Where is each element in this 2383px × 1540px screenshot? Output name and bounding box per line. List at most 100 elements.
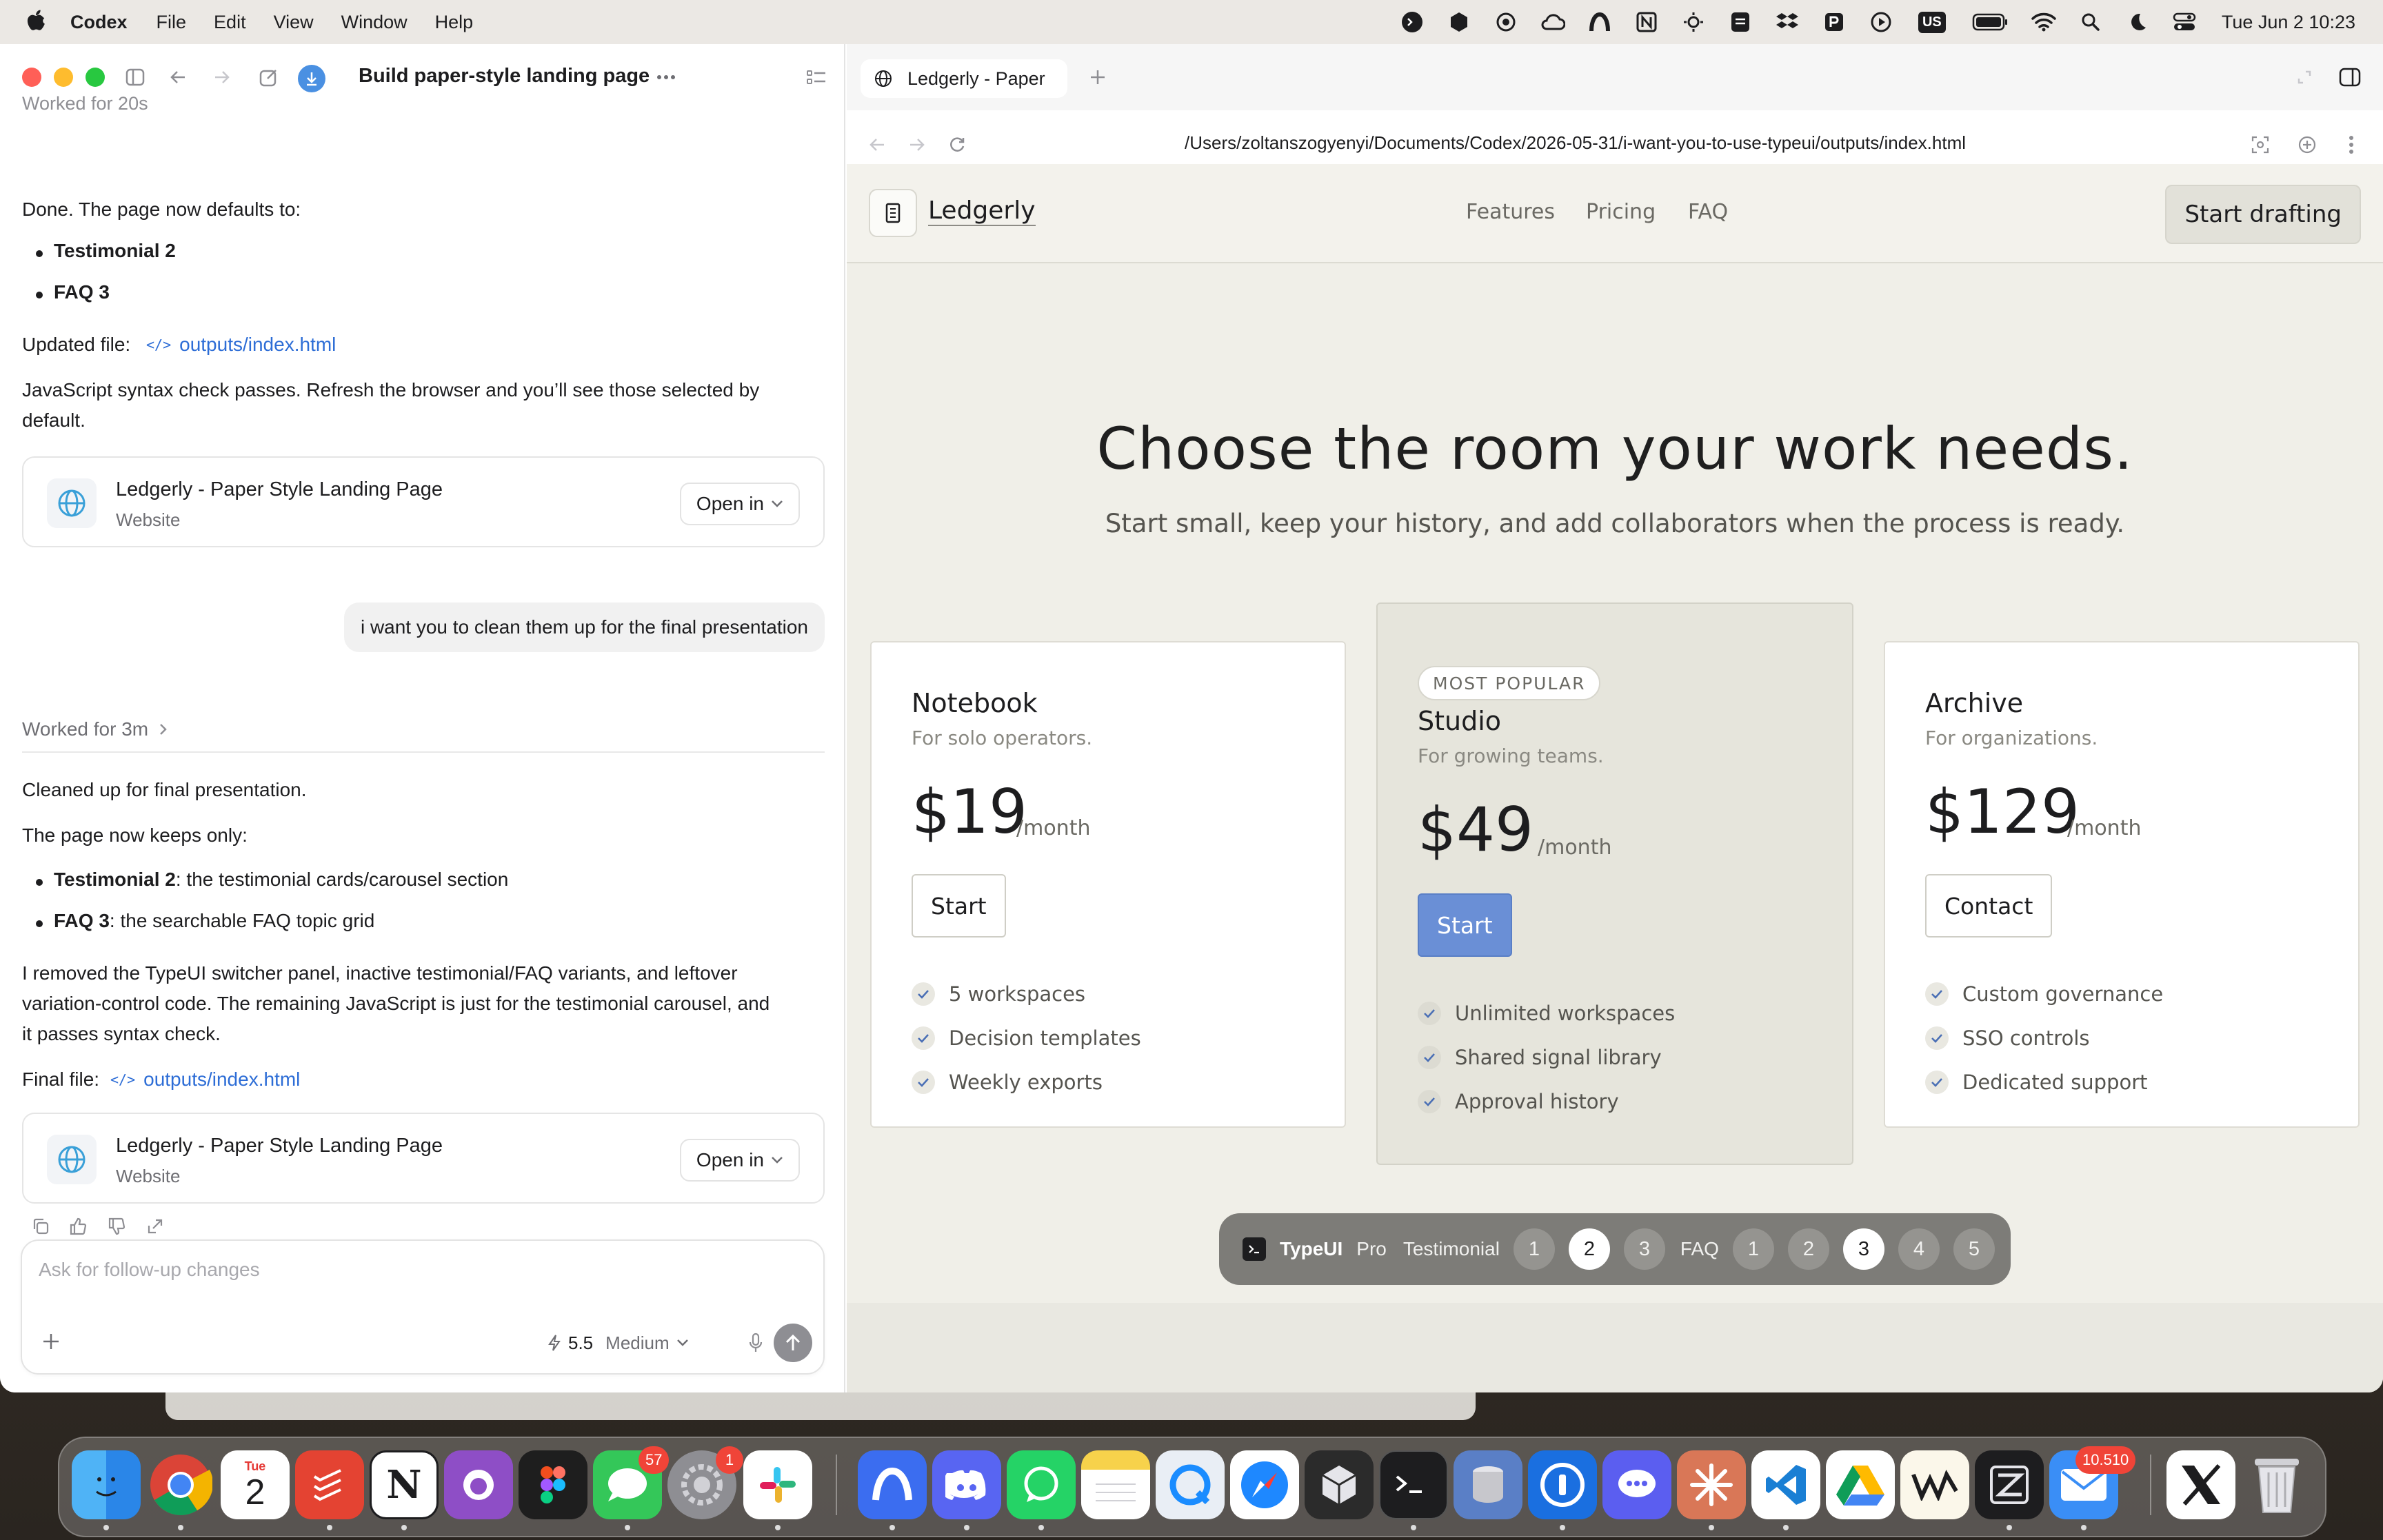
disk-utility-icon[interactable] [1454, 1450, 1522, 1519]
moon-icon[interactable] [2125, 10, 2150, 34]
vscode-icon[interactable] [1751, 1450, 1820, 1519]
menu-edit[interactable]: Edit [214, 12, 246, 33]
bear-tray-icon[interactable] [1822, 10, 1847, 34]
composer[interactable]: Ask for follow-up changes 5.5 Medium [21, 1239, 825, 1375]
clock[interactable]: Tue Jun 2 10:23 [2222, 12, 2355, 33]
safari-icon[interactable] [1230, 1450, 1299, 1519]
cloud-sync-tray-icon[interactable] [1540, 10, 1565, 34]
send-button[interactable] [774, 1324, 812, 1362]
nav-link-pricing[interactable]: Pricing [1586, 200, 1656, 224]
wifi-icon[interactable] [2031, 10, 2056, 34]
terminal-icon[interactable] [1379, 1450, 1448, 1519]
plan-start-button[interactable]: Start [1418, 893, 1512, 957]
testimonial-option-2[interactable]: 2 [1568, 1228, 1610, 1270]
plan-contact-button[interactable]: Contact [1925, 874, 2053, 938]
site-brand[interactable]: Ledgerly [928, 197, 1036, 226]
notes-icon[interactable] [1081, 1450, 1150, 1519]
worked-for-toggle[interactable]: Worked for 3m [22, 714, 168, 744]
x-app-icon[interactable] [2166, 1450, 2235, 1519]
claude-icon[interactable] [1677, 1450, 1746, 1519]
open-in-button[interactable]: Open in [679, 483, 800, 525]
notebook-logo-icon[interactable] [869, 189, 917, 237]
dropbox-tray-icon[interactable] [1775, 10, 1800, 34]
plan-start-button[interactable]: Start [912, 874, 1006, 938]
chat-title[interactable]: Build paper-style landing page [359, 65, 650, 88]
open-in-button[interactable]: Open in [679, 1139, 800, 1182]
copy-icon[interactable] [30, 1216, 51, 1237]
terminal-tray-icon[interactable] [1400, 10, 1425, 34]
layers-tray-icon[interactable] [1728, 10, 1753, 34]
close-window-button[interactable] [22, 68, 41, 87]
back-arrow-icon[interactable] [866, 134, 888, 156]
notion-icon[interactable]: N [370, 1450, 439, 1519]
zoom-window-button[interactable] [86, 68, 105, 87]
github-desktop-icon[interactable] [444, 1450, 513, 1519]
start-drafting-button[interactable]: Start drafting [2165, 185, 2361, 244]
menu-app-name[interactable]: Codex [70, 12, 128, 33]
1password-icon[interactable] [1528, 1450, 1597, 1519]
minimize-window-button[interactable] [54, 68, 73, 87]
battery-icon[interactable] [1971, 10, 2009, 34]
nav-link-features[interactable]: Features [1466, 200, 1555, 224]
menu-view[interactable]: View [274, 12, 314, 33]
cube-app-icon[interactable] [1305, 1450, 1374, 1519]
collapse-icon[interactable] [2293, 66, 2315, 88]
sun-tray-icon[interactable] [1681, 10, 1706, 34]
screenshot-icon[interactable] [2249, 134, 2271, 156]
new-chat-icon[interactable] [258, 66, 280, 88]
reload-icon[interactable] [946, 134, 968, 156]
notion-tray-icon[interactable] [1634, 10, 1659, 34]
cube-tray-icon[interactable] [1447, 10, 1471, 34]
menu-help[interactable]: Help [435, 12, 474, 33]
sidebar-right-icon[interactable] [2337, 65, 2362, 90]
url-field[interactable]: /Users/zoltanszogyenyi/Documents/Codex/2… [1185, 132, 1966, 154]
more-options-icon[interactable] [655, 66, 677, 88]
website-card[interactable]: Ledgerly - Paper Style Landing Page Webs… [22, 1113, 825, 1204]
whatsapp-icon[interactable] [1007, 1450, 1076, 1519]
task-list-icon[interactable] [805, 66, 827, 88]
composer-input[interactable]: Ask for follow-up changes [39, 1259, 260, 1281]
faq-option-3[interactable]: 3 [1842, 1228, 1884, 1270]
slack-icon[interactable] [743, 1450, 812, 1519]
control-center-icon[interactable] [2172, 10, 2197, 34]
play-tray-icon[interactable] [1869, 10, 1893, 34]
wave-app-icon[interactable] [1900, 1450, 1969, 1519]
faq-option-1[interactable]: 1 [1732, 1228, 1774, 1270]
new-tab-icon[interactable] [1087, 66, 1109, 88]
worked-earlier-label[interactable]: Worked for 20s [22, 88, 148, 119]
nav-link-faq[interactable]: FAQ [1688, 200, 1728, 224]
microphone-icon[interactable] [743, 1329, 768, 1357]
more-vertical-icon[interactable] [2343, 134, 2360, 156]
add-attachment-icon[interactable] [39, 1329, 63, 1354]
forward-arrow-icon[interactable] [906, 134, 928, 156]
website-card[interactable]: Ledgerly - Paper Style Landing Page Webs… [22, 456, 825, 547]
search-icon[interactable] [2078, 10, 2103, 34]
chat-bubble-app-icon[interactable] [1602, 1450, 1671, 1519]
google-drive-icon[interactable] [1826, 1450, 1895, 1519]
arc-browser-icon[interactable] [858, 1450, 927, 1519]
at-sign-tray-icon[interactable] [1494, 10, 1518, 34]
thumbs-down-icon[interactable] [106, 1216, 127, 1237]
menu-file[interactable]: File [157, 12, 187, 33]
thumbs-up-icon[interactable] [68, 1216, 88, 1237]
calendar-icon[interactable]: Tue 2 [221, 1450, 290, 1519]
add-circle-icon[interactable] [2296, 134, 2318, 156]
share-icon[interactable] [145, 1216, 165, 1237]
forward-arrow-icon[interactable] [211, 66, 233, 88]
updated-file-link[interactable]: </> outputs/index.html [146, 330, 336, 360]
zed-editor-icon[interactable] [1975, 1450, 2044, 1519]
back-arrow-icon[interactable] [167, 66, 189, 88]
testimonial-option-1[interactable]: 1 [1513, 1228, 1555, 1270]
final-file-link[interactable]: </> outputs/index.html [110, 1064, 300, 1095]
chrome-icon[interactable] [146, 1450, 215, 1519]
download-icon[interactable] [298, 65, 325, 92]
testimonial-option-3[interactable]: 3 [1623, 1228, 1665, 1270]
browser-tab[interactable]: Ledgerly - Paper [861, 59, 1067, 98]
faq-option-5[interactable]: 5 [1953, 1228, 1995, 1270]
trash-icon[interactable] [2242, 1450, 2311, 1519]
model-selector[interactable]: 5.5 Medium [547, 1329, 689, 1357]
keyboard-input-badge[interactable]: US [1916, 10, 1949, 34]
menu-window[interactable]: Window [341, 12, 408, 33]
quicktime-icon[interactable] [1156, 1450, 1225, 1519]
arc-tray-icon[interactable] [1587, 10, 1612, 34]
